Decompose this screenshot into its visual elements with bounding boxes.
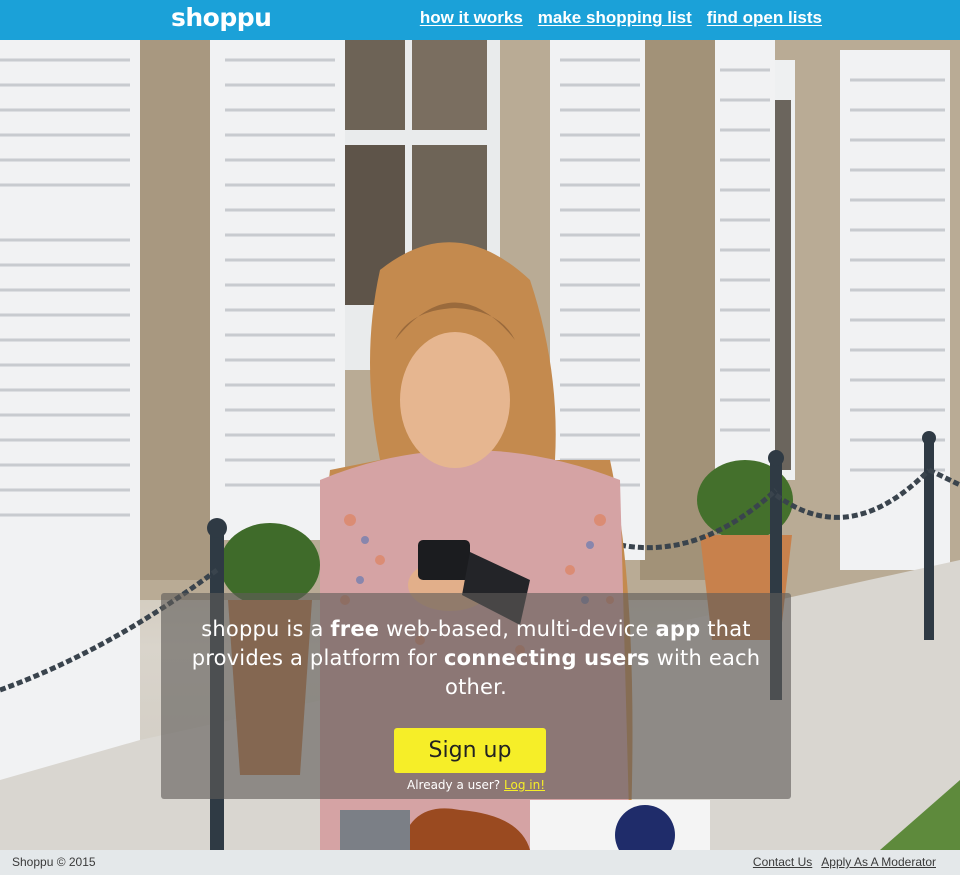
top-nav-bar: shoppu how it works make shopping list f…: [0, 0, 960, 40]
apply-as-moderator-link[interactable]: Apply As A Moderator: [821, 854, 936, 870]
pitch-highlight-app: app: [655, 617, 701, 641]
pitch-highlight-free: free: [330, 617, 380, 641]
footer-links: Contact Us Apply As A Moderator: [753, 854, 936, 870]
main-nav: how it works make shopping list find ope…: [420, 8, 822, 28]
hero-pitch-text: shoppu is a free web-based, multi-device…: [166, 615, 786, 702]
sign-up-button[interactable]: Sign up: [394, 728, 546, 773]
brand-logo-link[interactable]: shoppu: [171, 2, 272, 34]
nav-find-open-lists-link[interactable]: find open lists: [707, 8, 822, 28]
already-user-label: Already a user?: [406, 778, 501, 792]
nav-make-shopping-list-link[interactable]: make shopping list: [538, 8, 692, 28]
contact-us-link[interactable]: Contact Us: [753, 854, 812, 870]
pitch-text-part: shoppu is a: [201, 617, 331, 641]
pitch-text-part: web-based, multi-device: [379, 617, 656, 641]
hero-overlay-panel: shoppu is a free web-based, multi-device…: [161, 593, 791, 799]
copyright-text: Shoppu © 2015: [12, 855, 96, 869]
footer: Shoppu © 2015 Contact Us Apply As A Mode…: [0, 850, 960, 875]
login-prompt: Already a user? Log in!: [161, 777, 791, 793]
log-in-link[interactable]: Log in!: [504, 778, 545, 792]
nav-how-it-works-link[interactable]: how it works: [420, 8, 523, 28]
pitch-highlight-connecting-users: connecting users: [443, 646, 650, 670]
